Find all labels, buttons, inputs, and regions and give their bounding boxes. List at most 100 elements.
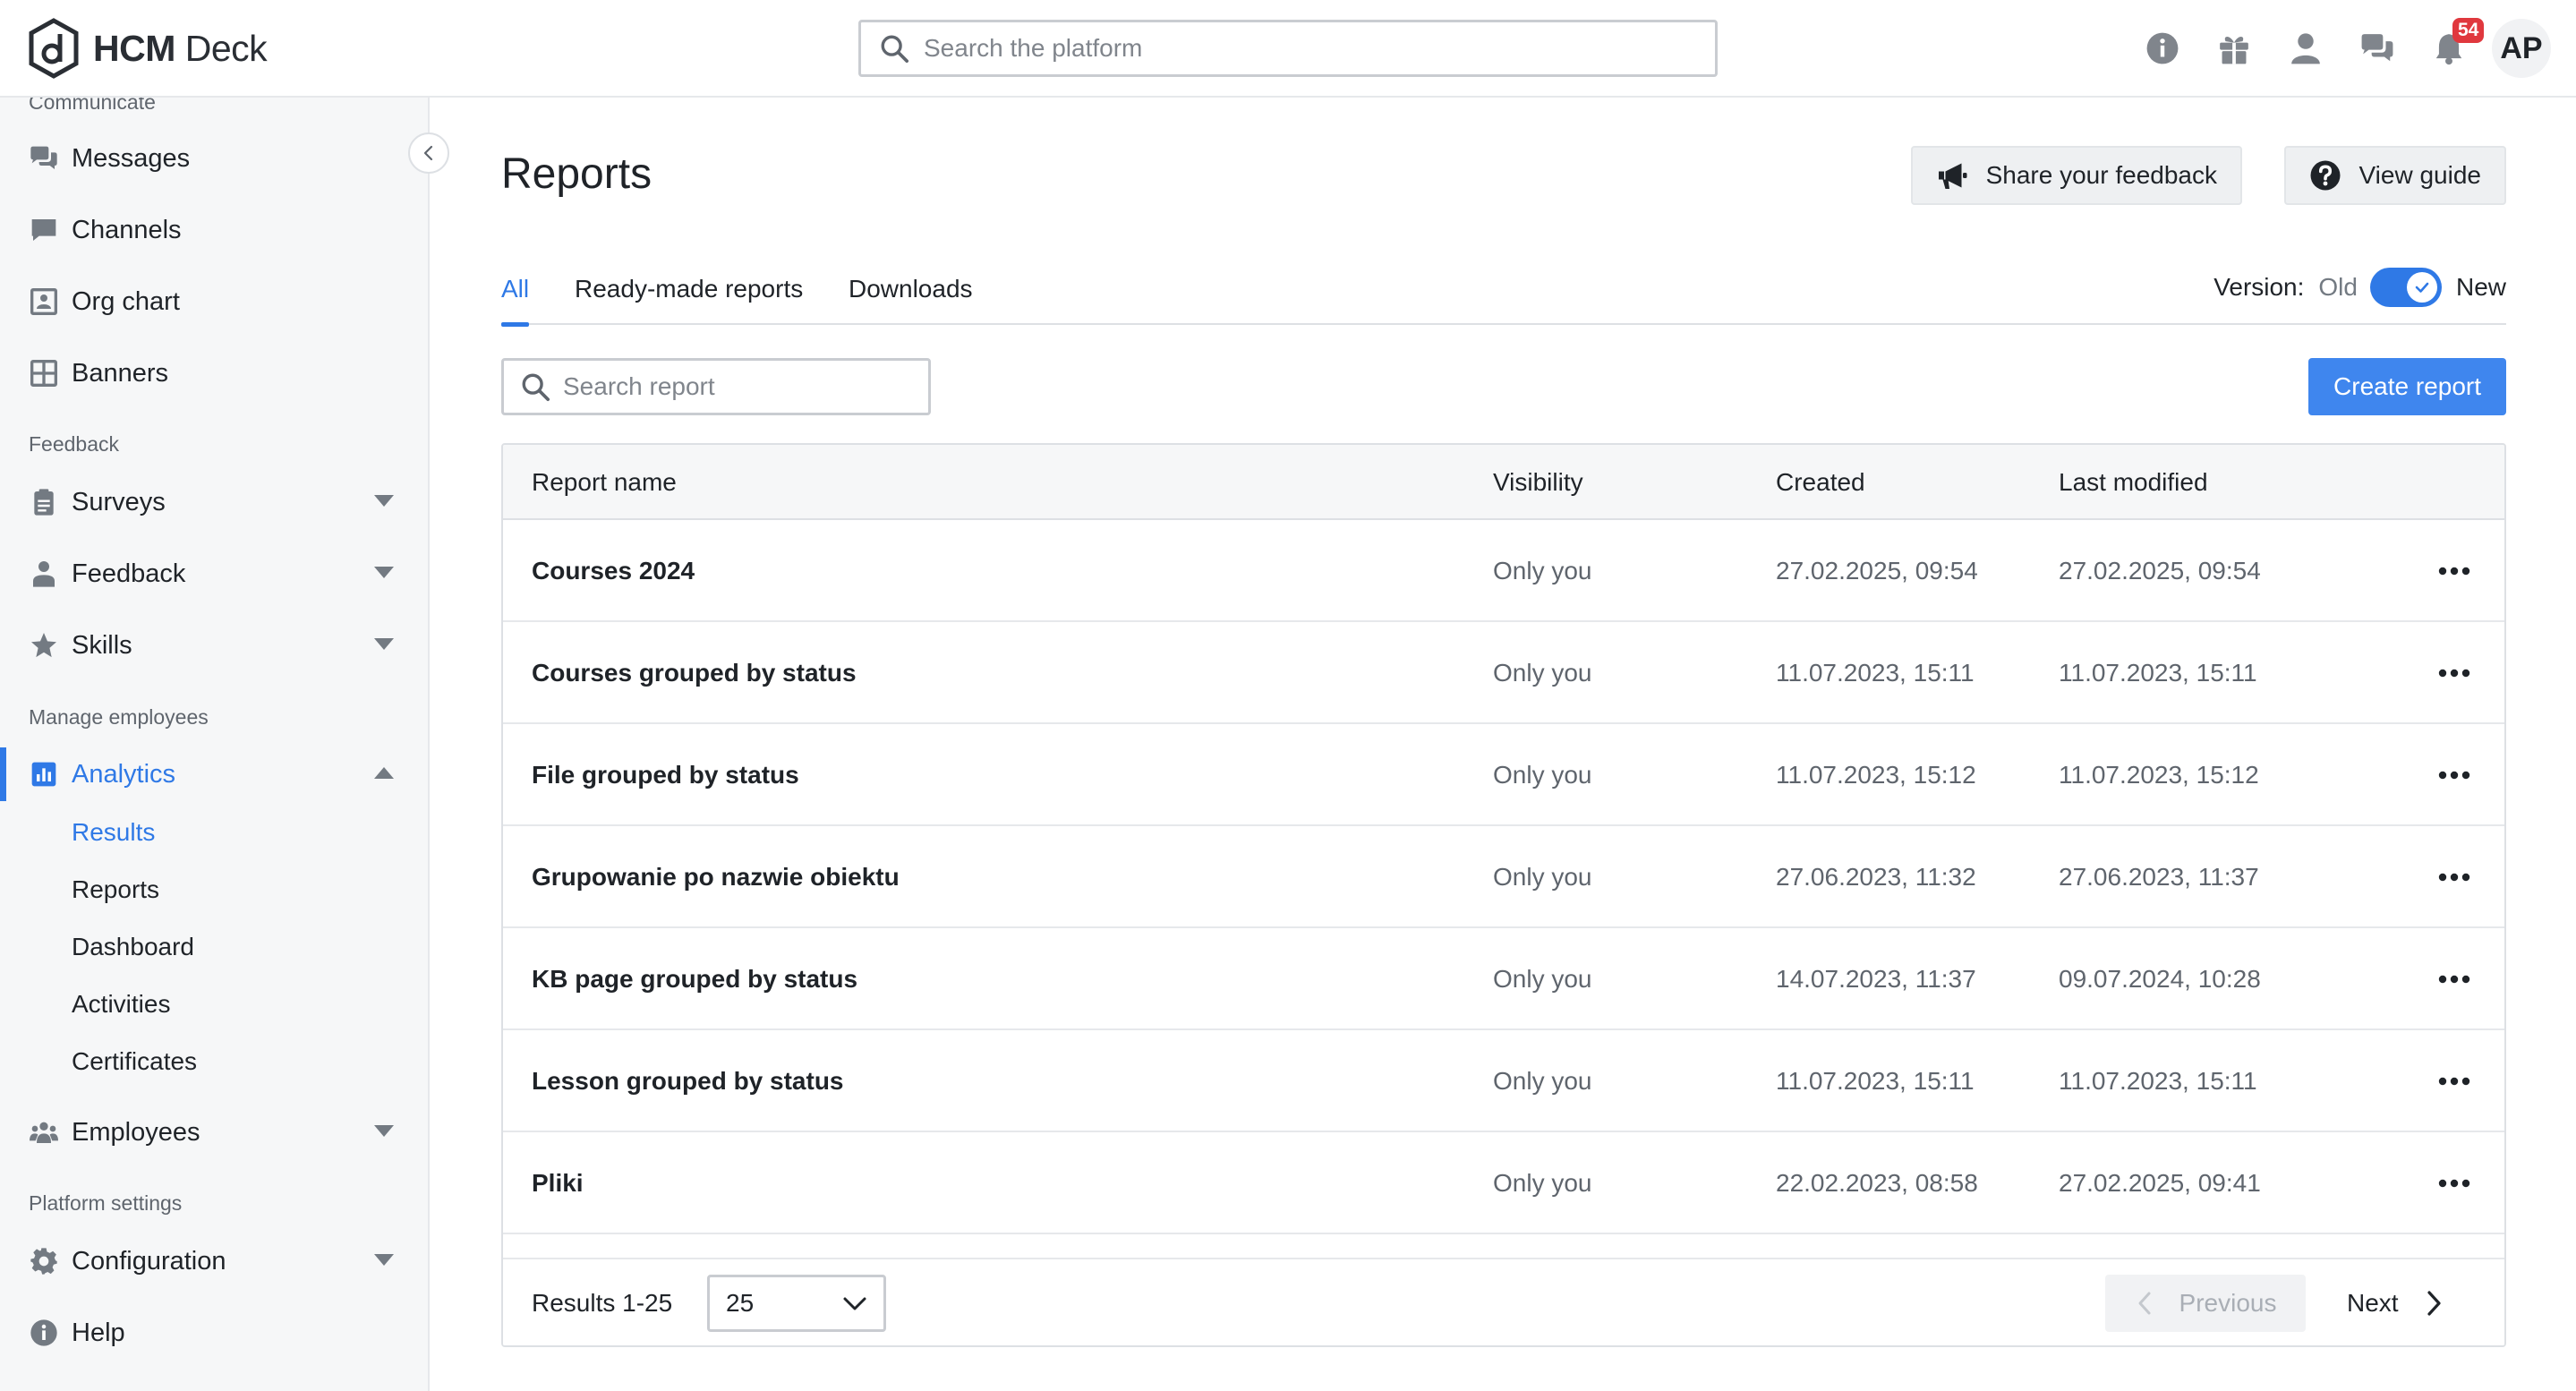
sidebar-item-feedback[interactable]: Feedback (0, 547, 421, 601)
table-row[interactable]: Pliki Only you 22.02.2023, 08:58 27.02.2025… (503, 1132, 2504, 1234)
sidebar-item-label: Help (72, 1318, 125, 1347)
info-button[interactable] (2127, 18, 2198, 79)
table-header: Report name Visibility Created Last modi… (503, 445, 2504, 520)
sidebar-collapse-button[interactable] (408, 132, 449, 174)
sidebar-subitem-activities[interactable]: Activities (72, 982, 170, 1027)
more-horizontal-icon (2438, 1077, 2470, 1086)
chevron-down-icon (843, 1297, 866, 1310)
tab-ready-made-reports[interactable]: Ready-made reports (575, 275, 803, 325)
global-search-input[interactable] (924, 34, 1676, 63)
chat-button[interactable] (2341, 18, 2413, 79)
column-visibility[interactable]: Visibility (1493, 445, 1583, 520)
visibility-cell: Only you (1493, 1067, 1592, 1095)
report-name-cell[interactable]: Courses grouped by status (532, 622, 857, 724)
sidebar-item-surveys[interactable]: Surveys (0, 475, 421, 529)
table-row[interactable]: File grouped by status Only you 11.07.2023… (503, 724, 2504, 826)
sidebar-item-channels[interactable]: Channels (0, 203, 421, 257)
more-horizontal-icon (2438, 975, 2470, 984)
report-name-cell[interactable]: Lesson grouped by status (532, 1030, 844, 1132)
sidebar-item-skills[interactable]: Skills (0, 619, 421, 672)
previous-page-button[interactable]: Previous (2105, 1275, 2306, 1332)
table-row[interactable]: Grupowanie po nazwie obiektu Only you 27.0… (503, 826, 2504, 928)
help-info-icon (30, 1319, 57, 1346)
notifications-button[interactable]: 54 (2413, 18, 2485, 79)
create-report-button[interactable]: Create report (2308, 358, 2506, 415)
column-created[interactable]: Created (1776, 445, 1865, 520)
visibility-cell: Only you (1493, 659, 1592, 687)
row-actions-button[interactable] (2427, 858, 2481, 896)
tab-downloads[interactable]: Downloads (849, 275, 973, 325)
sidebar-item-configuration[interactable]: Configuration (0, 1234, 421, 1288)
reports-table: Report name Visibility Created Last modi… (501, 443, 2506, 1347)
sidebar-subitem-reports[interactable]: Reports (72, 867, 159, 912)
chevron-down-icon (374, 1125, 394, 1137)
sidebar-item-org-chart[interactable]: Org chart (0, 275, 421, 329)
channel-icon (31, 219, 56, 241)
visibility-cell: Only you (1493, 863, 1592, 891)
report-name-cell[interactable]: Courses 2024 (532, 520, 695, 622)
row-actions-button[interactable] (2427, 756, 2481, 794)
row-actions-button[interactable] (2427, 1165, 2481, 1202)
app-logo[interactable]: HCM Deck (27, 16, 268, 81)
page-title: Reports (501, 150, 653, 198)
tab-all[interactable]: All (501, 275, 530, 327)
more-horizontal-icon (2438, 1179, 2470, 1188)
sidebar-subitem-certificates[interactable]: Certificates (72, 1039, 197, 1084)
chevron-down-icon (374, 495, 394, 507)
megaphone-icon (1938, 163, 1967, 189)
sidebar-subitem-dashboard[interactable]: Dashboard (72, 925, 194, 969)
last-modified-cell: 09.07.2024, 10:28 (2059, 965, 2261, 993)
next-page-button[interactable]: Next (2329, 1275, 2454, 1332)
page-size-select[interactable]: 25 (707, 1275, 886, 1332)
visibility-cell: Only you (1493, 965, 1592, 993)
last-modified-cell: 11.07.2023, 15:11 (2059, 659, 2257, 687)
created-cell: 14.07.2023, 11:37 (1776, 965, 1976, 993)
sidebar: Communicate Messages Channels Org chart … (0, 98, 430, 1391)
gift-button[interactable] (2198, 18, 2270, 79)
report-name-cell[interactable]: Pliki (532, 1132, 584, 1234)
sidebar-item-help[interactable]: Help (0, 1306, 421, 1360)
grid-icon (30, 360, 57, 387)
avatar[interactable]: AP (2492, 19, 2551, 78)
report-search-box[interactable] (501, 358, 931, 415)
created-cell: 27.02.2025, 09:54 (1776, 557, 1978, 585)
version-toggle[interactable] (2369, 268, 2442, 307)
table-row[interactable]: Lesson grouped by status Only you 11.07.20… (503, 1030, 2504, 1132)
view-guide-button[interactable]: View guide (2283, 146, 2506, 205)
sidebar-item-label: Surveys (72, 487, 166, 516)
column-report-name[interactable]: Report name (532, 445, 677, 520)
share-feedback-label: Share your feedback (1985, 161, 2217, 189)
table-row[interactable]: Courses grouped by status Only you 11.07.2… (503, 622, 2504, 724)
share-feedback-button[interactable]: Share your feedback (1910, 146, 2242, 205)
sidebar-item-employees[interactable]: Employees (0, 1105, 421, 1159)
chevron-down-icon (374, 1254, 394, 1266)
global-search-box[interactable] (858, 20, 1718, 77)
version-old-label: Old (2318, 273, 2358, 301)
row-actions-button[interactable] (2427, 1062, 2481, 1100)
report-name-cell[interactable]: KB page grouped by status (532, 928, 857, 1030)
report-name-cell[interactable]: Grupowanie po nazwie obiektu (532, 826, 900, 928)
profile-button[interactable] (2270, 18, 2341, 79)
report-name-cell[interactable]: File grouped by status (532, 724, 799, 826)
more-horizontal-icon (2438, 567, 2470, 576)
more-horizontal-icon (2438, 771, 2470, 780)
row-actions-button[interactable] (2427, 552, 2481, 590)
created-cell: 22.02.2023, 08:58 (1776, 1169, 1978, 1197)
report-search-input[interactable] (563, 372, 921, 401)
table-row[interactable]: KB page grouped by status Only you 14.07.2… (503, 928, 2504, 1030)
bar-chart-icon (31, 762, 56, 787)
last-modified-cell: 11.07.2023, 15:12 (2059, 761, 2259, 789)
sidebar-item-banners[interactable]: Banners (0, 346, 421, 400)
row-actions-button[interactable] (2427, 960, 2481, 998)
sidebar-item-messages[interactable]: Messages (0, 132, 421, 185)
sidebar-item-analytics[interactable]: Analytics (0, 747, 421, 801)
table-row[interactable]: Courses 2024 Only you 27.02.2025, 09:54 27.… (503, 520, 2504, 622)
gift-icon (2220, 36, 2248, 64)
report-tabs: All Ready-made reports Downloads (501, 257, 2506, 327)
version-switch: Version: Old New (2213, 260, 2506, 314)
top-icons: 54 AP (2127, 18, 2551, 79)
row-actions-button[interactable] (2427, 654, 2481, 692)
chevron-right-icon (2427, 1291, 2441, 1316)
sidebar-subitem-results[interactable]: Results (72, 810, 155, 855)
column-last-modified[interactable]: Last modified (2059, 445, 2208, 520)
